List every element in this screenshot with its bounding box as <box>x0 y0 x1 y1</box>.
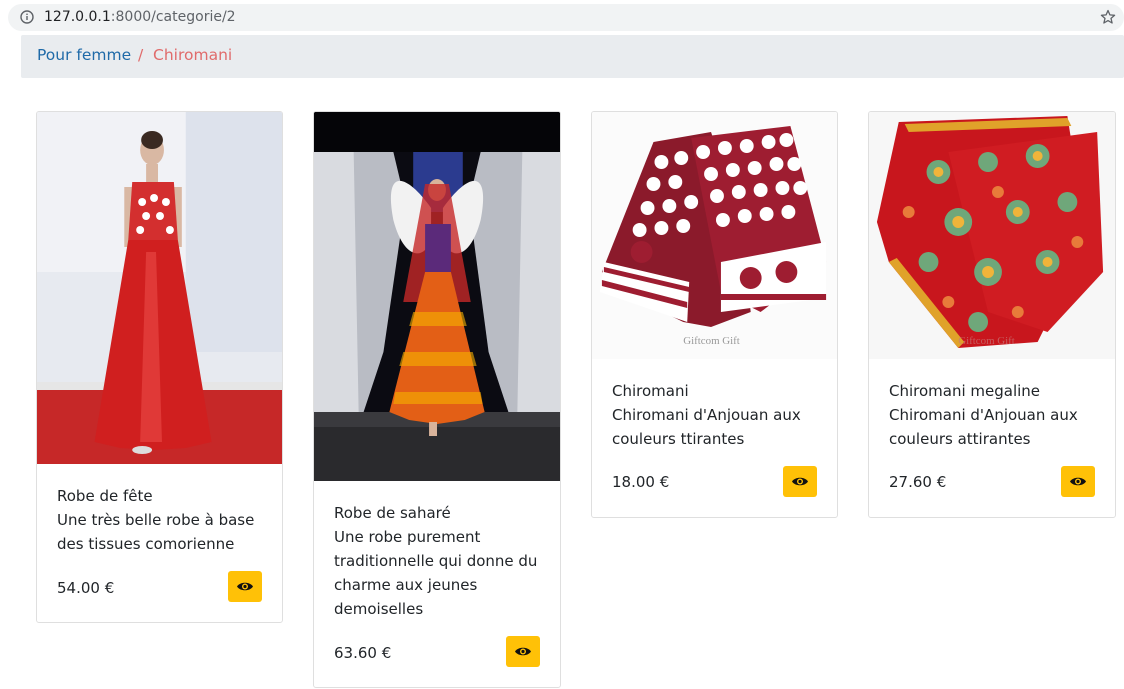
url-host: 127.0.0.1 <box>44 9 111 25</box>
product-body: Robe de saharé Une robe purement traditi… <box>334 501 540 621</box>
product-name: Chiromani <box>612 382 689 400</box>
product-description: Une robe purement traditionnelle qui don… <box>334 528 538 618</box>
eye-icon <box>237 582 253 591</box>
view-product-button[interactable] <box>506 636 540 667</box>
product-image[interactable] <box>314 112 560 481</box>
product-body: Robe de fête Une très belle robe à base … <box>57 484 262 556</box>
product-description: Une très belle robe à base des tissues c… <box>57 511 255 553</box>
product-description: Chiromani d'Anjouan aux couleurs attiran… <box>889 406 1078 448</box>
eye-icon <box>792 477 808 486</box>
product-price: 27.60 € <box>889 473 947 491</box>
view-product-button[interactable] <box>228 571 262 602</box>
breadcrumb-home-link[interactable]: Pour femme <box>37 46 131 64</box>
product-name: Robe de fête <box>57 487 153 505</box>
star-icon[interactable] <box>1100 9 1116 25</box>
product-card: Giftcom Gift Chiromani Chiromani d'Anjou… <box>591 111 838 518</box>
product-price: 54.00 € <box>57 579 115 597</box>
product-body: Chiromani Chiromani d'Anjouan aux couleu… <box>612 379 817 451</box>
product-price: 63.60 € <box>334 644 392 662</box>
url-text[interactable]: 127.0.0.1:8000/categorie/2 <box>44 9 236 25</box>
view-product-button[interactable] <box>783 466 817 497</box>
product-card: Giftcom Gift Chiromani megaline Chiroman… <box>868 111 1116 518</box>
product-image[interactable]: Giftcom Gift <box>869 112 1115 359</box>
eye-icon <box>515 647 531 656</box>
product-description: Chiromani d'Anjouan aux couleurs ttirant… <box>612 406 801 448</box>
url-path: :8000/categorie/2 <box>110 9 236 25</box>
view-product-button[interactable] <box>1061 466 1095 497</box>
svg-text:Giftcom Gift: Giftcom Gift <box>683 335 740 347</box>
product-name: Chiromani megaline <box>889 382 1041 400</box>
breadcrumb-current: Chiromani <box>153 46 233 64</box>
browser-toolbar: 127.0.0.1:8000/categorie/2 <box>0 0 1124 36</box>
breadcrumb-separator: / <box>138 46 144 64</box>
product-image[interactable] <box>37 112 282 464</box>
product-body: Chiromani megaline Chiromani d'Anjouan a… <box>889 379 1095 451</box>
product-image[interactable]: Giftcom Gift <box>592 112 837 359</box>
product-name: Robe de saharé <box>334 504 451 522</box>
product-price: 18.00 € <box>612 473 670 491</box>
product-card: Robe de saharé Une robe purement traditi… <box>313 111 561 688</box>
address-bar[interactable]: 127.0.0.1:8000/categorie/2 <box>8 4 1124 31</box>
breadcrumb: Pour femme / Chiromani <box>21 35 1124 78</box>
info-icon[interactable] <box>20 10 34 24</box>
product-card: Robe de fête Une très belle robe à base … <box>36 111 283 623</box>
svg-text:Giftcom Gift: Giftcom Gift <box>958 335 1015 347</box>
eye-icon <box>1070 477 1086 486</box>
